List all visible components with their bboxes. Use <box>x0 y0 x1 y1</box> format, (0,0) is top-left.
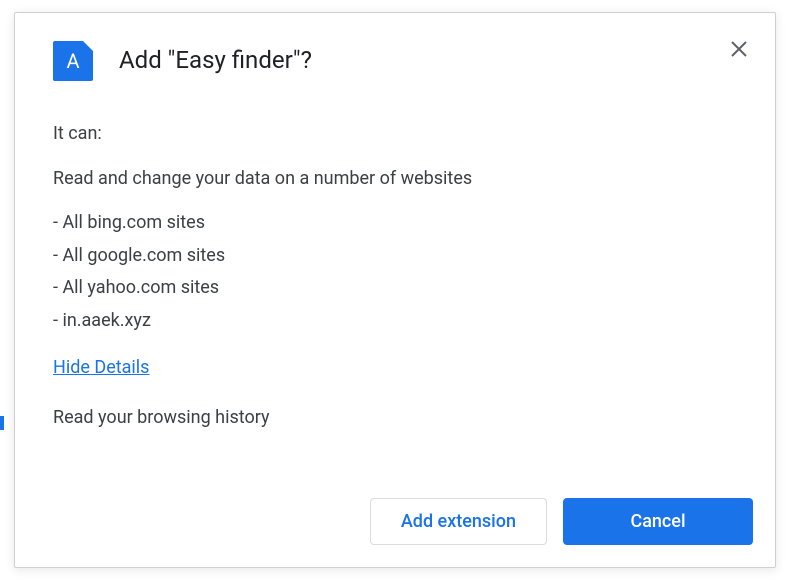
site-item: - All bing.com sites <box>53 208 737 239</box>
close-icon <box>730 40 748 58</box>
site-item: - All google.com sites <box>53 241 737 272</box>
add-extension-button[interactable]: Add extension <box>370 498 547 545</box>
extension-icon-letter: A <box>66 49 79 73</box>
extension-icon: A <box>53 41 93 81</box>
permission-secondary: Read your browsing history <box>53 403 737 434</box>
it-can-label: It can: <box>53 119 737 150</box>
dialog-footer: Add extension Cancel <box>15 498 775 567</box>
cancel-button[interactable]: Cancel <box>563 498 753 545</box>
dialog-title: Add "Easy finder"? <box>119 46 312 74</box>
left-accent <box>0 416 4 430</box>
dialog-header: A Add "Easy finder"? <box>15 13 775 81</box>
extension-install-dialog: A Add "Easy finder"? It can: Read and ch… <box>14 12 776 568</box>
close-button[interactable] <box>723 33 755 65</box>
hide-details-link[interactable]: Hide Details <box>53 353 149 384</box>
site-item: - in.aaek.xyz <box>53 306 737 337</box>
permission-sites-list: - All bing.com sites - All google.com si… <box>53 208 737 336</box>
site-item: - All yahoo.com sites <box>53 273 737 304</box>
dialog-body: It can: Read and change your data on a n… <box>15 81 775 498</box>
permission-heading: Read and change your data on a number of… <box>53 164 737 195</box>
